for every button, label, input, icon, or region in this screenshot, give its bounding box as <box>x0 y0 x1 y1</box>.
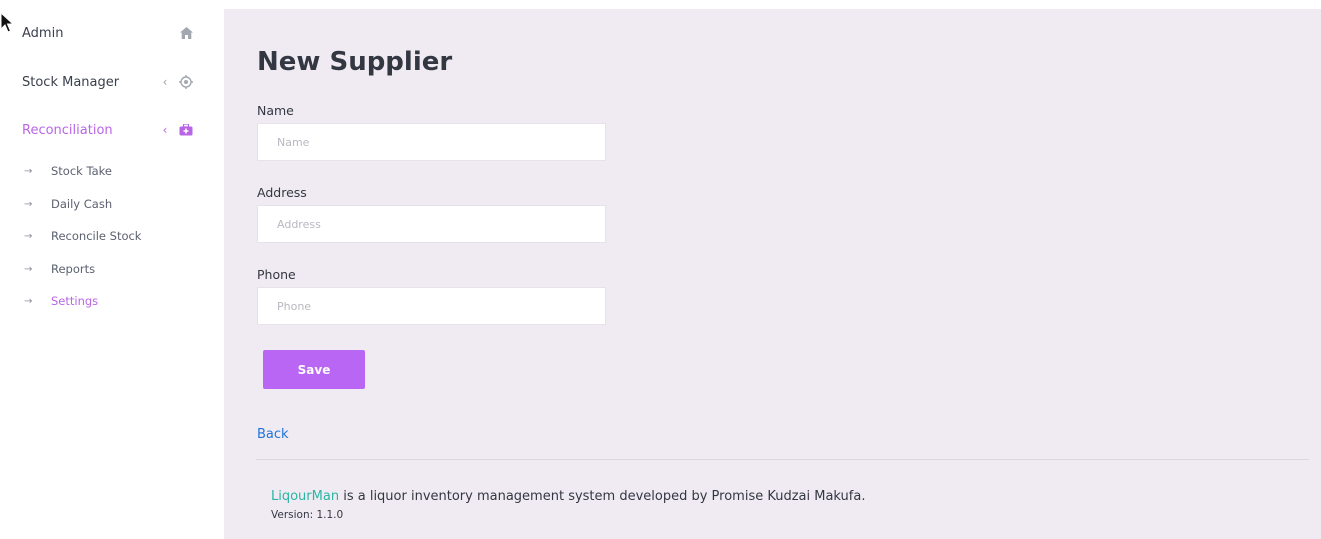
medkit-icon <box>178 122 194 138</box>
arrow-right-icon: → <box>24 230 33 242</box>
sidebar-subitem-label: Stock Take <box>51 164 112 178</box>
sidebar-subitem-label: Reports <box>51 262 96 276</box>
main-content: New Supplier Name Address Phone Save Bac… <box>224 9 1321 539</box>
sidebar-item-admin[interactable]: Admin <box>22 21 194 45</box>
sidebar-item-stock-manager[interactable]: Stock Manager ‹ <box>22 70 194 94</box>
footer-brand-link[interactable]: LiqourMan <box>271 489 339 504</box>
home-icon <box>178 25 194 41</box>
sidebar-subitem-stock-take[interactable]: → Stock Take <box>24 162 112 180</box>
footer-description-text: is a liquor inventory management system … <box>339 489 866 504</box>
sidebar-subitem-label: Daily Cash <box>51 197 113 211</box>
footer-description: LiqourMan is a liquor inventory manageme… <box>271 489 865 504</box>
sidebar-subitem-label: Reconcile Stock <box>51 229 142 243</box>
arrow-right-icon: → <box>24 263 33 275</box>
mouse-cursor-icon <box>0 12 14 33</box>
sidebar-item-label: Stock Manager <box>22 74 120 90</box>
chevron-left-icon: ‹ <box>162 75 168 89</box>
page-title: New Supplier <box>257 47 453 77</box>
sidebar: Admin Stock Manager ‹ Reconciliation ‹ →… <box>0 0 224 539</box>
footer-divider <box>256 459 1309 460</box>
sidebar-item-label: Reconciliation <box>22 122 113 138</box>
sidebar-subitem-settings[interactable]: → Settings <box>24 292 98 310</box>
sidebar-subitem-reconcile-stock[interactable]: → Reconcile Stock <box>24 227 141 245</box>
address-input[interactable] <box>257 205 606 243</box>
back-link[interactable]: Back <box>257 427 289 442</box>
phone-input[interactable] <box>257 287 606 325</box>
sidebar-subitem-label: Settings <box>51 294 99 308</box>
arrow-right-icon: → <box>24 295 33 307</box>
chevron-left-icon: ‹ <box>162 123 168 137</box>
sidebar-subitem-daily-cash[interactable]: → Daily Cash <box>24 195 112 213</box>
address-label: Address <box>257 185 307 200</box>
sidebar-item-label: Admin <box>22 25 64 41</box>
arrow-right-icon: → <box>24 198 33 210</box>
save-button[interactable]: Save <box>263 350 365 389</box>
sidebar-item-reconciliation[interactable]: Reconciliation ‹ <box>22 118 194 142</box>
footer-version: Version: 1.1.0 <box>271 509 344 521</box>
target-icon <box>178 74 194 90</box>
arrow-right-icon: → <box>24 165 33 177</box>
name-label: Name <box>257 103 294 118</box>
phone-label: Phone <box>257 267 296 282</box>
name-input[interactable] <box>257 123 606 161</box>
sidebar-subitem-reports[interactable]: → Reports <box>24 260 95 278</box>
